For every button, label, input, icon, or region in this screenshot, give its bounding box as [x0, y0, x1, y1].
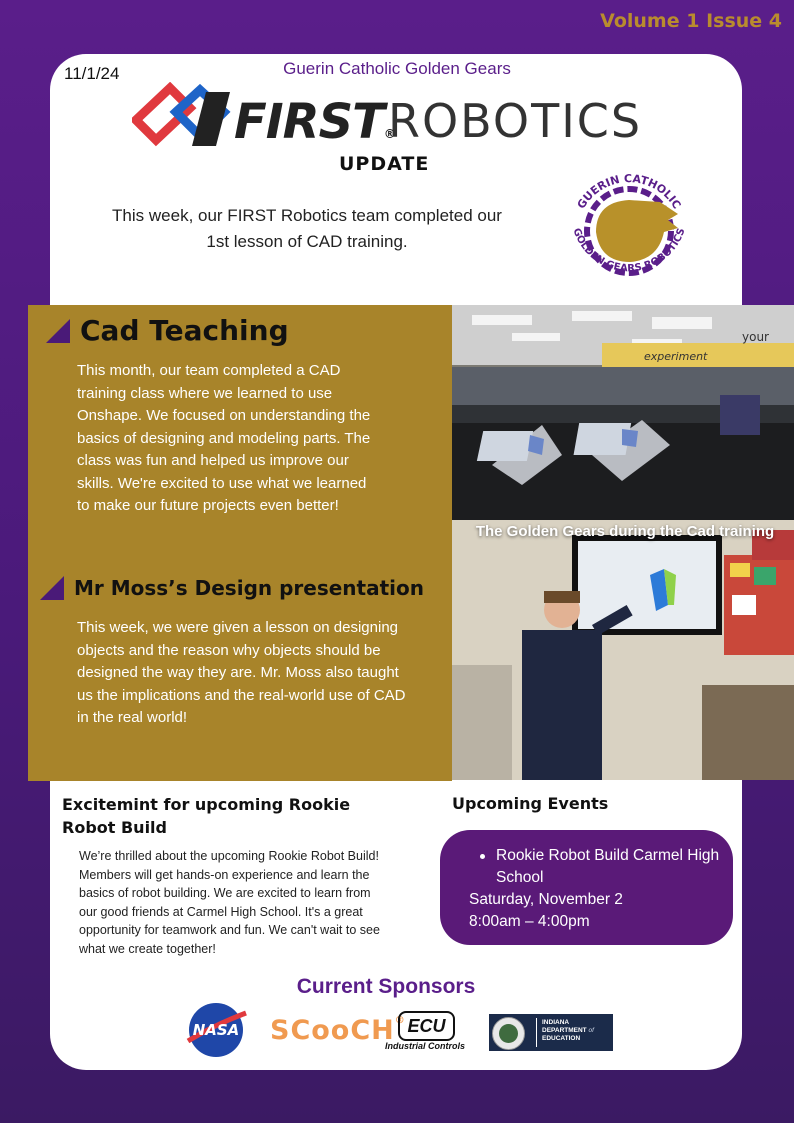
svg-text:NASA: NASA	[193, 1021, 240, 1039]
golden-gears-seal-icon: GUERIN CATHOLIC GOLDEN GEARS ROBOTICS	[570, 172, 688, 276]
sponsors-heading: Current Sponsors	[296, 975, 476, 998]
triangle-bullet-icon	[40, 576, 64, 600]
robotics-wordmark: ROBOTICS	[388, 94, 643, 148]
intro-text: This week, our FIRST Robotics team compl…	[112, 206, 502, 251]
first-wordmark: FIRST®	[234, 94, 396, 150]
events-box: Rookie Robot Build Carmel High School Sa…	[440, 830, 733, 945]
volume-issue: Volume 1 Issue 4	[600, 10, 782, 32]
cad-teaching-body: This month, our team completed a CAD tra…	[77, 362, 371, 514]
event-item: Rookie Robot Build Carmel High School	[468, 845, 726, 889]
svg-text:experiment: experiment	[644, 350, 708, 363]
nasa-logo-icon: NASA	[186, 1003, 247, 1057]
school-name: Guerin Catholic Golden Gears	[283, 59, 511, 78]
photo-caption: The Golden Gears during the Cad training	[475, 523, 775, 540]
svg-text:your: your	[742, 330, 769, 344]
indiana-doe-logo: INDIANA DEPARTMENT of EDUCATION	[489, 1014, 613, 1051]
moss-presentation-heading: Mr Moss’s Design presentation	[74, 576, 424, 600]
event-time: 8:00am – 4:00pm	[469, 913, 590, 930]
update-title: UPDATE	[339, 153, 430, 175]
upcoming-events-heading: Upcoming Events	[452, 794, 609, 813]
cad-teaching-heading: Cad Teaching	[80, 314, 289, 347]
event-date: Saturday, November 2	[469, 891, 623, 908]
moss-presentation-body: This week, we were given a lesson on des…	[77, 619, 406, 726]
indiana-seal-icon	[492, 1017, 525, 1050]
ecu-logo: ECU Industrial Controls	[385, 1011, 467, 1055]
rookie-build-heading: Excitemint for upcoming Rookie Robot Bui…	[62, 795, 351, 837]
rookie-build-body: We’re thrilled about the upcoming Rookie…	[79, 849, 380, 956]
triangle-bullet-icon	[46, 319, 70, 343]
